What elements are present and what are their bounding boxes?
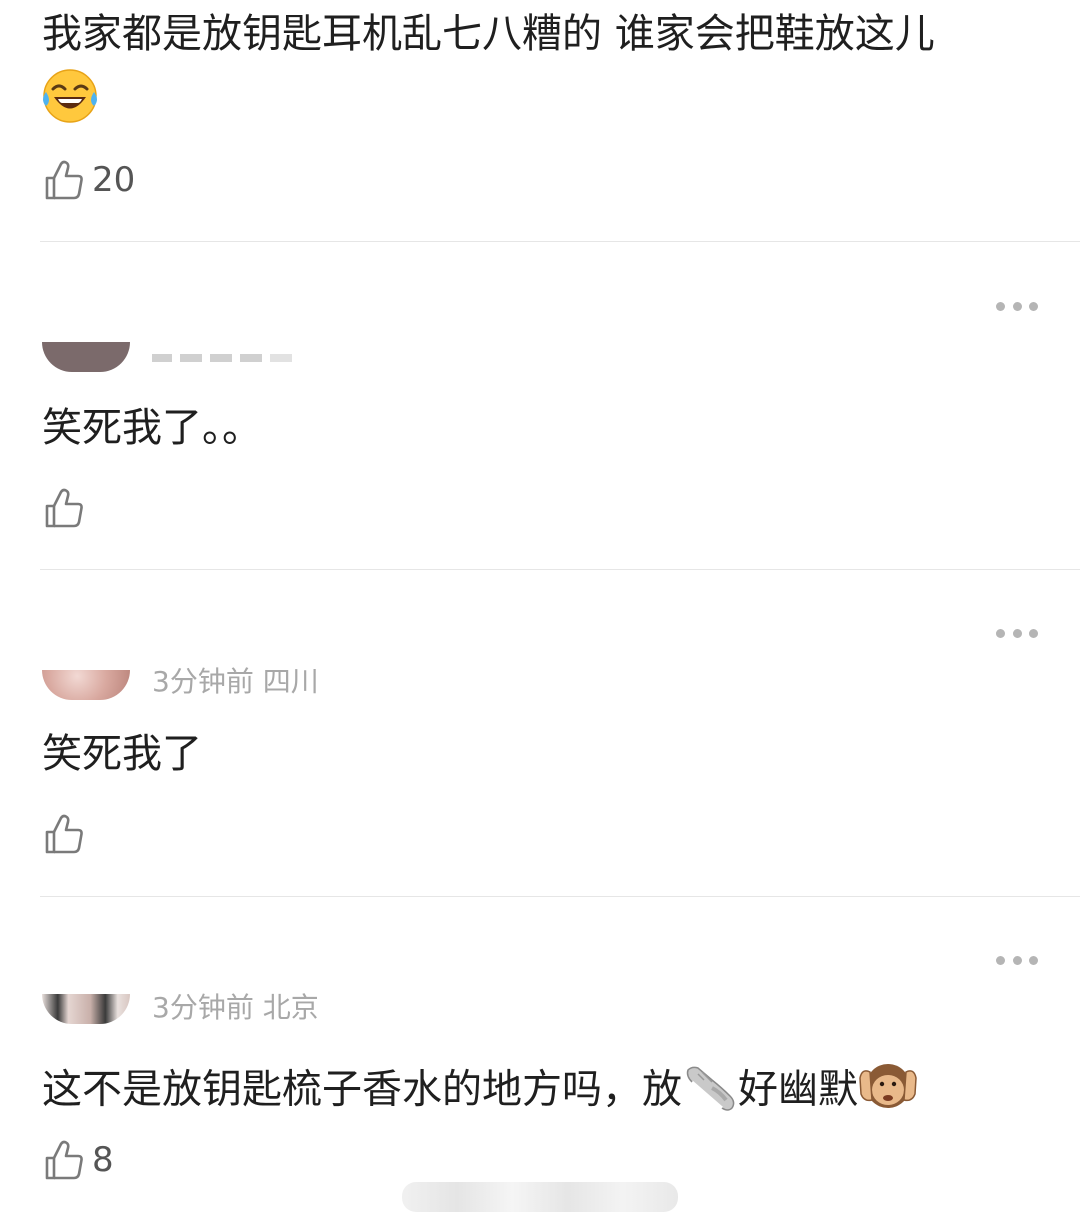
avatar: [42, 994, 130, 1024]
more-options-icon[interactable]: [996, 954, 1038, 966]
comment-thread: 我家都是放钥匙耳机乱七八糟的 谁家会把鞋放这儿 20 笑死我了。。 3分钟前 四…: [0, 0, 1080, 1223]
comment-text-part-b: 好幽默: [738, 1066, 858, 1113]
blurred-watermark: [402, 1182, 678, 1212]
thumbs-up-icon: [45, 1140, 83, 1180]
comment-item: 3分钟前 北京 这不是放钥匙梳子香水的地方吗，放 好幽默 8: [0, 0, 1080, 1223]
comment-meta: 3分钟前 北京: [152, 991, 319, 1024]
sneaker-icon: [682, 1058, 738, 1125]
comment-text: 这不是放钥匙梳子香水的地方吗，放 好幽默: [42, 1058, 918, 1125]
comment-text-part-a: 这不是放钥匙梳子香水的地方吗，放: [42, 1066, 682, 1113]
like-count: 8: [92, 1140, 114, 1180]
hear-no-evil-monkey-icon: [858, 1058, 918, 1125]
like-button[interactable]: 8: [44, 1138, 114, 1182]
